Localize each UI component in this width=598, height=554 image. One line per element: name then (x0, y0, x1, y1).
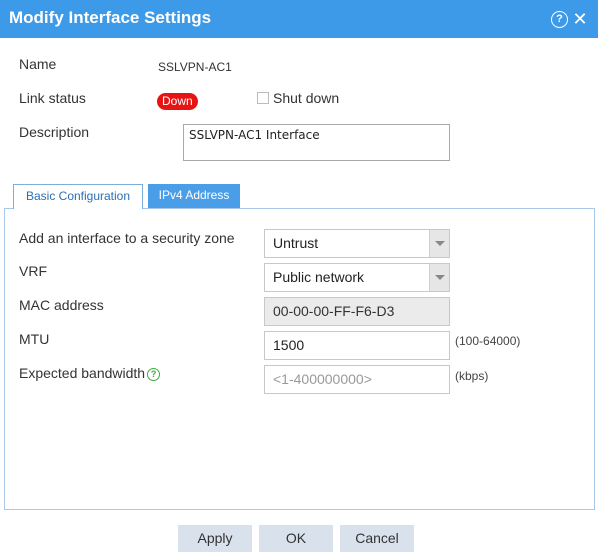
dialog-titlebar: Modify Interface Settings ? ✕ (0, 0, 598, 38)
expected-bandwidth-label: Expected bandwidth? (19, 365, 161, 381)
cancel-button[interactable]: Cancel (340, 525, 414, 552)
help-circle-icon[interactable]: ? (147, 367, 161, 381)
mac-address-label: MAC address (19, 297, 104, 313)
shutdown-checkbox[interactable] (257, 92, 269, 104)
help-icon[interactable]: ? (551, 11, 568, 28)
tab-basic-configuration[interactable]: Basic Configuration (13, 184, 143, 209)
expected-bandwidth-text: Expected bandwidth (19, 365, 146, 381)
mtu-input[interactable]: 1500 (264, 331, 450, 360)
chevron-down-icon[interactable] (429, 230, 449, 257)
link-status-badge: Down (157, 93, 198, 110)
vrf-value: Public network (273, 269, 365, 285)
name-value: SSLVPN-AC1 (158, 60, 232, 74)
vrf-select[interactable]: Public network (264, 263, 450, 292)
security-zone-value: Untrust (273, 235, 319, 251)
expected-bandwidth-input[interactable]: <1-400000000> (264, 365, 450, 394)
close-icon[interactable]: ✕ (571, 9, 589, 29)
security-zone-label: Add an interface to a security zone (19, 230, 235, 246)
link-status-label: Link status (19, 90, 86, 106)
chevron-down-icon[interactable] (429, 264, 449, 291)
shutdown-label[interactable]: Shut down (273, 90, 339, 106)
mtu-range-hint: (100-64000) (455, 334, 521, 348)
name-label: Name (19, 56, 57, 72)
bandwidth-unit-hint: (kbps) (455, 369, 489, 383)
vrf-label: VRF (19, 263, 47, 279)
tab-ipv4-address[interactable]: IPv4 Address (148, 184, 240, 208)
apply-button[interactable]: Apply (178, 525, 252, 552)
description-label: Description (19, 124, 90, 140)
description-textarea[interactable]: SSLVPN-AC1 Interface (183, 124, 450, 161)
dialog-title: Modify Interface Settings (9, 8, 212, 27)
mac-address-field: 00-00-00-FF-F6-D3 (264, 297, 450, 326)
mtu-label: MTU (19, 331, 50, 347)
ok-button[interactable]: OK (259, 525, 333, 552)
security-zone-select[interactable]: Untrust (264, 229, 450, 258)
